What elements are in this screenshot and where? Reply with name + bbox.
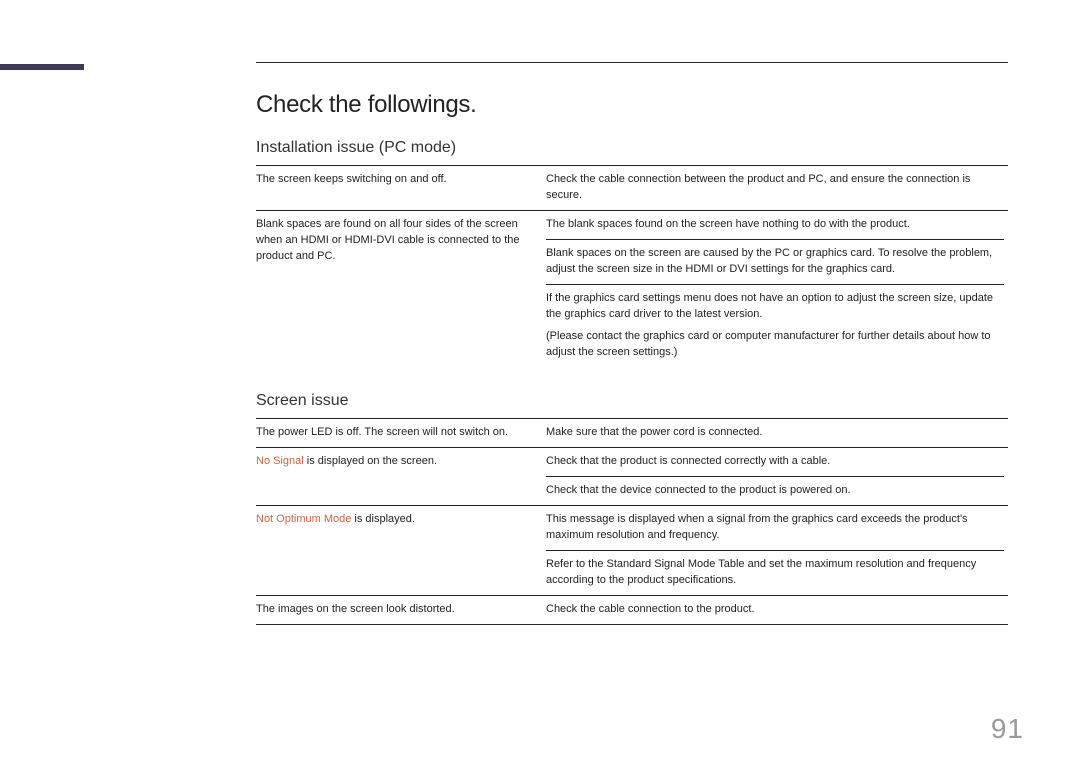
solution-cell: Check that the product is connected corr… [546, 448, 1008, 506]
highlight-text: Not Optimum Mode [256, 513, 351, 525]
table-row: Blank spaces are found on all four sides… [256, 210, 1008, 366]
top-divider [256, 62, 1008, 63]
highlight-text: No Signal [256, 455, 304, 467]
table-row: The screen keeps switching on and off. Ch… [256, 166, 1008, 211]
installation-issue-table: The screen keeps switching on and off. Ch… [256, 165, 1008, 366]
cell-paragraph: Check the cable connection between the p… [546, 172, 1004, 204]
text-fragment: is displayed on the screen. [304, 455, 437, 467]
bottom-divider [256, 624, 1008, 625]
cell-paragraph: The power LED is off. The screen will no… [256, 425, 534, 441]
cell-paragraph: Check that the device connected to the p… [546, 476, 1004, 499]
problem-cell: Blank spaces are found on all four sides… [256, 210, 546, 366]
page-content: Check the followings. Installation issue… [256, 62, 1008, 625]
cell-paragraph: No Signal is displayed on the screen. [256, 454, 534, 470]
solution-cell: Make sure that the power cord is connect… [546, 419, 1008, 448]
cell-paragraph: The blank spaces found on the screen hav… [546, 217, 1004, 233]
problem-cell: Not Optimum Mode is displayed. [256, 506, 546, 596]
solution-cell: This message is displayed when a signal … [546, 506, 1008, 596]
cell-paragraph: Blank spaces are found on all four sides… [256, 217, 534, 265]
cell-paragraph: The images on the screen look distorted. [256, 602, 534, 618]
table-body-2: The power LED is off. The screen will no… [256, 419, 1008, 624]
cell-paragraph: Make sure that the power cord is connect… [546, 425, 1004, 441]
problem-cell: The power LED is off. The screen will no… [256, 419, 546, 448]
cell-paragraph: Check the cable connection to the produc… [546, 602, 1004, 618]
cell-paragraph: If the graphics card settings menu does … [546, 284, 1004, 323]
table-row: The images on the screen look distorted.… [256, 596, 1008, 624]
cell-paragraph: Check that the product is connected corr… [546, 454, 1004, 470]
cell-paragraph: The screen keeps switching on and off. [256, 172, 534, 188]
cell-paragraph: Not Optimum Mode is displayed. [256, 512, 534, 528]
table-row: The power LED is off. The screen will no… [256, 419, 1008, 448]
section-heading-screen: Screen issue [256, 392, 1008, 410]
problem-cell: The images on the screen look distorted. [256, 596, 546, 624]
solution-cell: Check the cable connection to the produc… [546, 596, 1008, 624]
solution-cell: The blank spaces found on the screen hav… [546, 210, 1008, 366]
cell-paragraph: Refer to the Standard Signal Mode Table … [546, 550, 1004, 589]
table-row: Not Optimum Mode is displayed. This messa… [256, 506, 1008, 596]
table-row: No Signal is displayed on the screen. Che… [256, 448, 1008, 506]
accent-bar [0, 64, 84, 70]
solution-cell: Check the cable connection between the p… [546, 166, 1008, 211]
table-body-1: The screen keeps switching on and off. Ch… [256, 166, 1008, 367]
problem-cell: The screen keeps switching on and off. [256, 166, 546, 211]
page-number: 91 [991, 713, 1024, 745]
page-title: Check the followings. [256, 91, 1008, 119]
problem-cell: No Signal is displayed on the screen. [256, 448, 546, 506]
cell-paragraph: Blank spaces on the screen are caused by… [546, 239, 1004, 278]
cell-paragraph: (Please contact the graphics card or com… [546, 329, 1004, 361]
text-fragment: is displayed. [351, 513, 415, 525]
section-heading-installation: Installation issue (PC mode) [256, 139, 1008, 157]
screen-issue-table: The power LED is off. The screen will no… [256, 418, 1008, 624]
cell-paragraph: This message is displayed when a signal … [546, 512, 1004, 544]
